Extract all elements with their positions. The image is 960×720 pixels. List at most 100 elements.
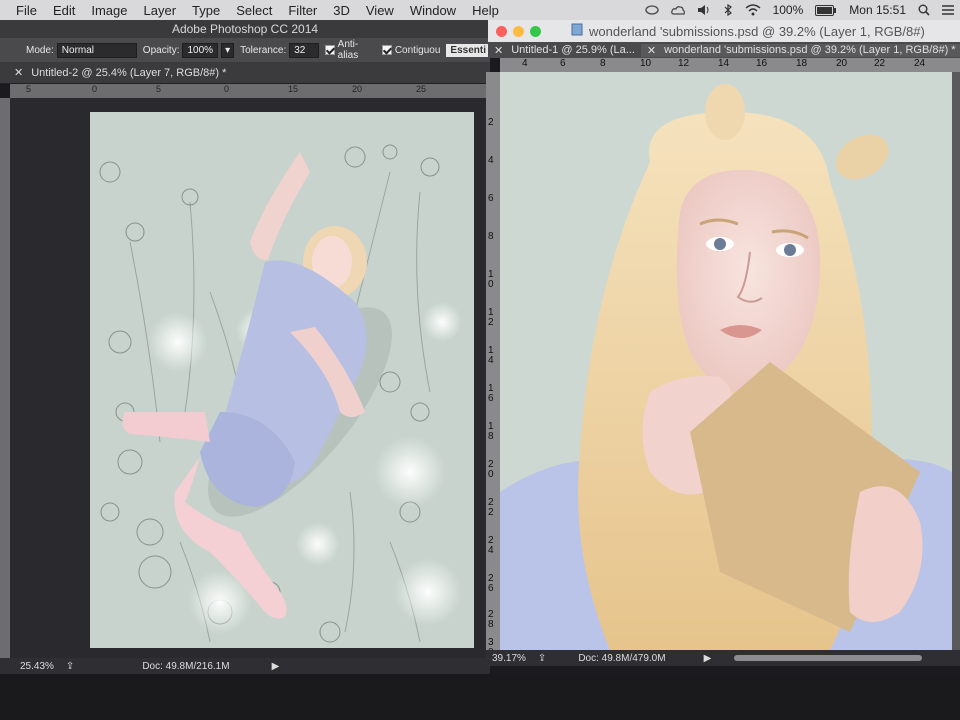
menu-item-3d[interactable]: 3D [325,3,358,18]
ruler-tick: 14 [718,58,730,69]
document-canvas-left[interactable] [90,112,474,648]
document-canvas-right[interactable] [500,72,952,650]
ruler-tick: 0 [92,84,98,94]
tolerance-label: Tolerance: [240,44,287,56]
monitor-bezel [0,674,960,720]
minimize-window-button[interactable] [513,25,524,37]
opacity-dropdown-icon[interactable]: ▾ [221,42,235,58]
ruler-tick: 10 [640,58,652,69]
ruler-tick: 2 4 [488,535,494,556]
volume-icon[interactable] [697,4,711,16]
menu-item-layer[interactable]: Layer [136,3,185,18]
mode-group: Mode: Normal [26,42,137,58]
tab-wonderland[interactable]: ✕ wonderland 'submissions.psd @ 39.2% (L… [640,43,960,57]
ruler-tick: 0 [224,84,230,94]
ruler-tick: 1 0 [488,269,494,290]
ruler-tick: 16 [756,58,768,69]
workspace-button[interactable]: Essenti [446,43,490,57]
ruler-tick: 5 [156,84,162,94]
ruler-tick: 15 [288,84,299,94]
cloud-icon[interactable] [670,4,685,16]
ruler-tick: 2 6 [488,573,494,594]
horizontal-ruler-right: 4 6 8 10 12 14 16 18 20 22 24 [500,58,960,72]
ruler-tick: 1 4 [488,345,494,366]
tab-untitled-2[interactable]: ✕ Untitled-2 @ 25.4% (Layer 7, RGB/8#) * [0,66,226,80]
close-icon[interactable]: ✕ [494,44,503,57]
status-menu-arrow-icon[interactable]: ▶ [272,661,280,672]
close-window-button[interactable] [496,25,507,37]
status-bar-left: 25.43% ⇪ Doc: 49.8M/216.1M ▶ [0,658,490,674]
ruler-tick: 2 0 [488,459,494,480]
battery-percent: 100% [772,3,804,17]
vertical-scrollbar[interactable] [952,72,960,650]
menu-item-image[interactable]: Image [83,3,135,18]
ruler-tick: 6 [560,58,566,69]
artwork-portrait [500,72,952,650]
ruler-tick: 8 [488,231,494,242]
zoom-level[interactable]: 39.17% [492,653,526,664]
opacity-group: Opacity: 100% ▾ [142,42,235,58]
menu-item-window[interactable]: Window [402,3,464,18]
ruler-tick: 4 [522,58,528,69]
ruler-tick: 18 [796,58,808,69]
mode-label: Mode: [26,44,54,56]
opacity-field[interactable]: 100% [182,42,219,58]
window-titlebar-right: wonderland 'submissions.psd @ 39.2% (Lay… [488,20,960,42]
menu-item-filter[interactable]: Filter [280,3,325,18]
bluetooth-icon[interactable] [723,4,733,16]
vertical-ruler-right: 2 4 6 8 1 0 1 2 1 4 1 6 1 8 2 0 2 2 2 4 … [486,72,500,658]
clock[interactable]: Mon 15:51 [849,3,906,17]
tool-options-bar: Mode: Normal Opacity: 100% ▾ Tolerance: … [0,38,490,62]
menu-item-edit[interactable]: Edit [45,3,83,18]
document-tab-bar-right: ✕ Untitled-1 @ 25.9% (La... ✕ wonderland… [488,42,960,58]
ruler-tick: 22 [874,58,886,69]
export-icon[interactable]: ⇪ [538,653,546,664]
traffic-lights [488,25,541,37]
ruler-tick: 1 6 [488,383,494,404]
ruler-tick: 6 [488,193,494,204]
ruler-tick: 1 8 [488,421,494,442]
ruler-tick: 5 [26,84,32,94]
doc-size: Doc: 49.8M/479.0M [578,652,666,664]
tolerance-field[interactable]: 32 [289,42,320,58]
notification-center-icon[interactable] [942,5,954,15]
ruler-tick: 12 [678,58,690,69]
tab-label: wonderland 'submissions.psd @ 39.2% (Lay… [664,44,956,56]
horizontal-scrollbar-thumb[interactable] [734,655,922,661]
export-icon[interactable]: ⇪ [66,661,74,672]
vertical-ruler [0,98,10,658]
tolerance-group: Tolerance: 32 [240,42,320,58]
zoom-level[interactable]: 25.43% [20,661,54,672]
app-title: Adobe Photoshop CC 2014 [0,20,490,38]
contiguous-label: Contiguou [394,44,441,56]
zoom-window-button[interactable] [530,25,541,37]
opacity-label: Opacity: [142,44,180,56]
menu-item-type[interactable]: Type [184,3,228,18]
mode-select[interactable]: Normal [56,42,137,58]
ruler-tick: 20 [836,58,848,69]
status-area: 100% Mon 15:51 [644,0,954,20]
ruler-tick: 4 [488,155,494,166]
menu-item-view[interactable]: View [358,3,402,18]
document-tab-bar: ✕ Untitled-2 @ 25.4% (Layer 7, RGB/8#) * [0,62,490,84]
tab-label: Untitled-1 @ 25.9% (La... [511,44,635,56]
close-icon[interactable]: ✕ [647,44,656,57]
horizontal-ruler: 5 0 5 0 15 20 25 [10,84,488,98]
battery-icon[interactable] [815,4,837,16]
wifi-icon[interactable] [745,4,761,16]
antialias-label: Anti-alias [337,39,359,61]
cc-icon[interactable] [644,4,659,16]
contiguous-checkbox[interactable] [381,45,392,55]
menu-item-help[interactable]: Help [464,3,507,18]
menu-item-file[interactable]: File [8,3,45,18]
spotlight-icon[interactable] [918,4,930,16]
menu-item-select[interactable]: Select [228,3,280,18]
ruler-tick: 25 [416,84,427,94]
artwork-girl-lying [90,112,474,648]
tab-untitled-1[interactable]: ✕ Untitled-1 @ 25.9% (La... [488,44,641,57]
close-icon[interactable]: ✕ [14,66,23,79]
menu-bar: File Edit Image Layer Type Select Filter 3D View… [0,0,960,20]
antialias-checkbox[interactable] [325,45,335,55]
status-menu-arrow-icon[interactable]: ▶ [704,653,712,664]
antialias-group: Anti-alias [325,39,376,61]
